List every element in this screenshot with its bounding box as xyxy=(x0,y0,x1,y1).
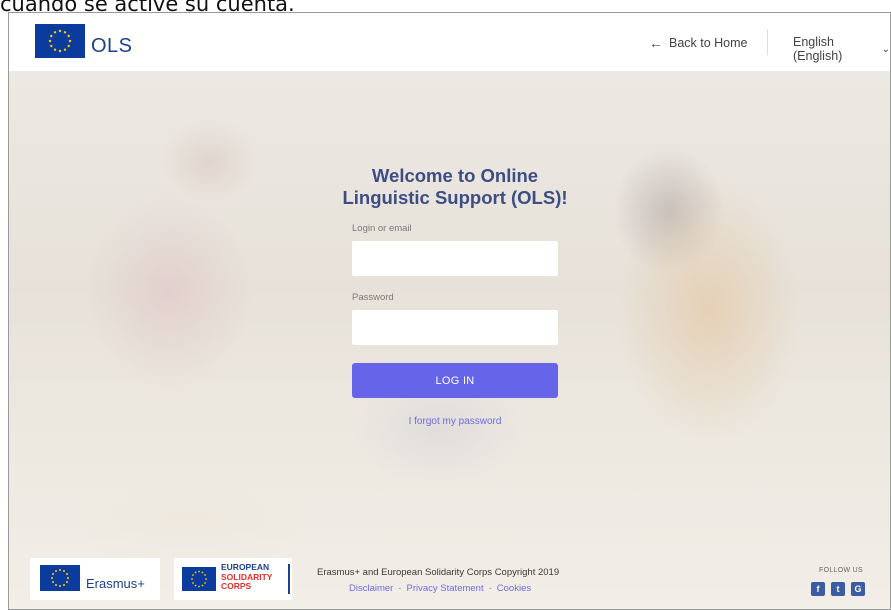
forgot-password-link[interactable]: I forgot my password xyxy=(352,416,558,427)
login-form: Welcome to Online Linguistic Support (OL… xyxy=(342,165,567,427)
esc-logo-bar xyxy=(288,564,290,594)
browser-viewport: OLS ← Back to Home English (English) ⌄ W… xyxy=(8,12,891,610)
password-input[interactable] xyxy=(352,310,558,345)
twitter-icon[interactable]: t xyxy=(831,582,845,596)
welcome-title: Welcome to Online Linguistic Support (OL… xyxy=(342,165,568,208)
esc-logo-text: EUROPEAN SOLIDARITY CORPS xyxy=(221,562,272,592)
login-button[interactable]: LOG IN xyxy=(352,363,558,398)
erasmus-plus-label: Erasmus+ xyxy=(86,576,145,591)
language-selector[interactable]: English (English) ⌄ xyxy=(793,35,890,63)
footer-links: Disclaimer - Privacy Statement - Cookies xyxy=(349,583,531,594)
link-separator: - xyxy=(488,583,492,594)
link-separator: - xyxy=(398,583,402,594)
back-to-home-label: Back to Home xyxy=(669,36,748,50)
facebook-icon[interactable]: f xyxy=(811,582,825,596)
privacy-statement-link[interactable]: Privacy Statement xyxy=(407,583,484,594)
login-email-label: Login or email xyxy=(352,223,412,234)
disclaimer-link[interactable]: Disclaimer xyxy=(349,583,393,594)
eu-flag-icon xyxy=(182,567,216,591)
arrow-left-icon: ← xyxy=(649,35,663,51)
site-footer: Erasmus+ EUROPEAN SOLIDARITY CORPS Erasm… xyxy=(9,550,890,609)
esc-line-corps: CORPS xyxy=(221,581,252,591)
chevron-down-icon: ⌄ xyxy=(881,43,890,55)
eu-flag-icon xyxy=(40,565,80,591)
copyright-text: Erasmus+ and European Solidarity Corps C… xyxy=(317,567,560,578)
follow-us-label: FOLLOW US xyxy=(819,567,863,574)
cookies-link[interactable]: Cookies xyxy=(497,583,531,594)
password-label: Password xyxy=(352,292,394,303)
european-solidarity-corps-logo[interactable]: EUROPEAN SOLIDARITY CORPS xyxy=(174,558,292,600)
header-divider xyxy=(767,29,768,55)
google-plus-icon[interactable]: G xyxy=(851,582,865,596)
erasmus-plus-logo[interactable]: Erasmus+ xyxy=(30,558,160,600)
eu-flag-icon[interactable] xyxy=(35,24,85,58)
ols-logo-text[interactable]: OLS xyxy=(91,35,133,58)
language-label: English (English) xyxy=(793,35,843,63)
site-header: OLS ← Back to Home English (English) ⌄ xyxy=(9,13,890,71)
back-to-home-link[interactable]: ← Back to Home xyxy=(649,35,748,51)
login-email-input[interactable] xyxy=(352,241,558,276)
